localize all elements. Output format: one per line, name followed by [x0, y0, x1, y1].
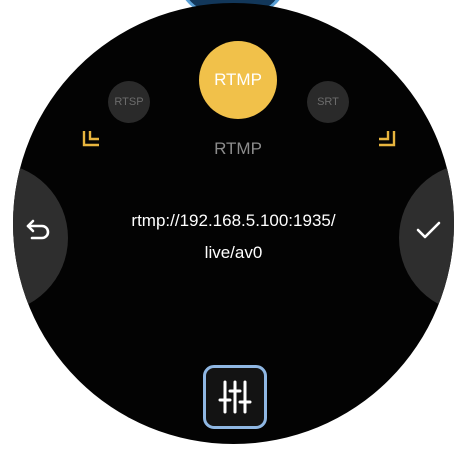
undo-arrow-icon: [26, 219, 50, 240]
back-button[interactable]: [13, 163, 68, 313]
protocol-option-srt[interactable]: SRT: [307, 81, 349, 123]
stream-url-line-1: rtmp://192.168.5.100:1935/: [131, 211, 336, 230]
protocol-label-rtsp: RTSP: [114, 96, 144, 108]
watch-dial: RTSP RTMP SRT RTMP rtmp://192.168.5.100:…: [13, 3, 454, 444]
protocol-label-rtmp: RTMP: [214, 70, 262, 89]
selected-protocol-title: RTMP: [214, 139, 262, 158]
stream-url-line-2: live/av0: [204, 243, 263, 262]
left-corner-bracket-icon: [82, 131, 99, 147]
sliders-icon: [218, 380, 252, 414]
protocol-label-srt: SRT: [317, 96, 339, 108]
check-icon: [416, 221, 441, 239]
right-corner-bracket-icon: [379, 131, 396, 147]
stream-url: rtmp://192.168.5.100:1935/ live/av0: [93, 205, 374, 269]
protocol-option-rtsp[interactable]: RTSP: [108, 81, 150, 123]
confirm-button[interactable]: [399, 163, 454, 313]
protocol-option-rtmp[interactable]: RTMP: [199, 41, 277, 119]
settings-button[interactable]: [203, 365, 267, 429]
